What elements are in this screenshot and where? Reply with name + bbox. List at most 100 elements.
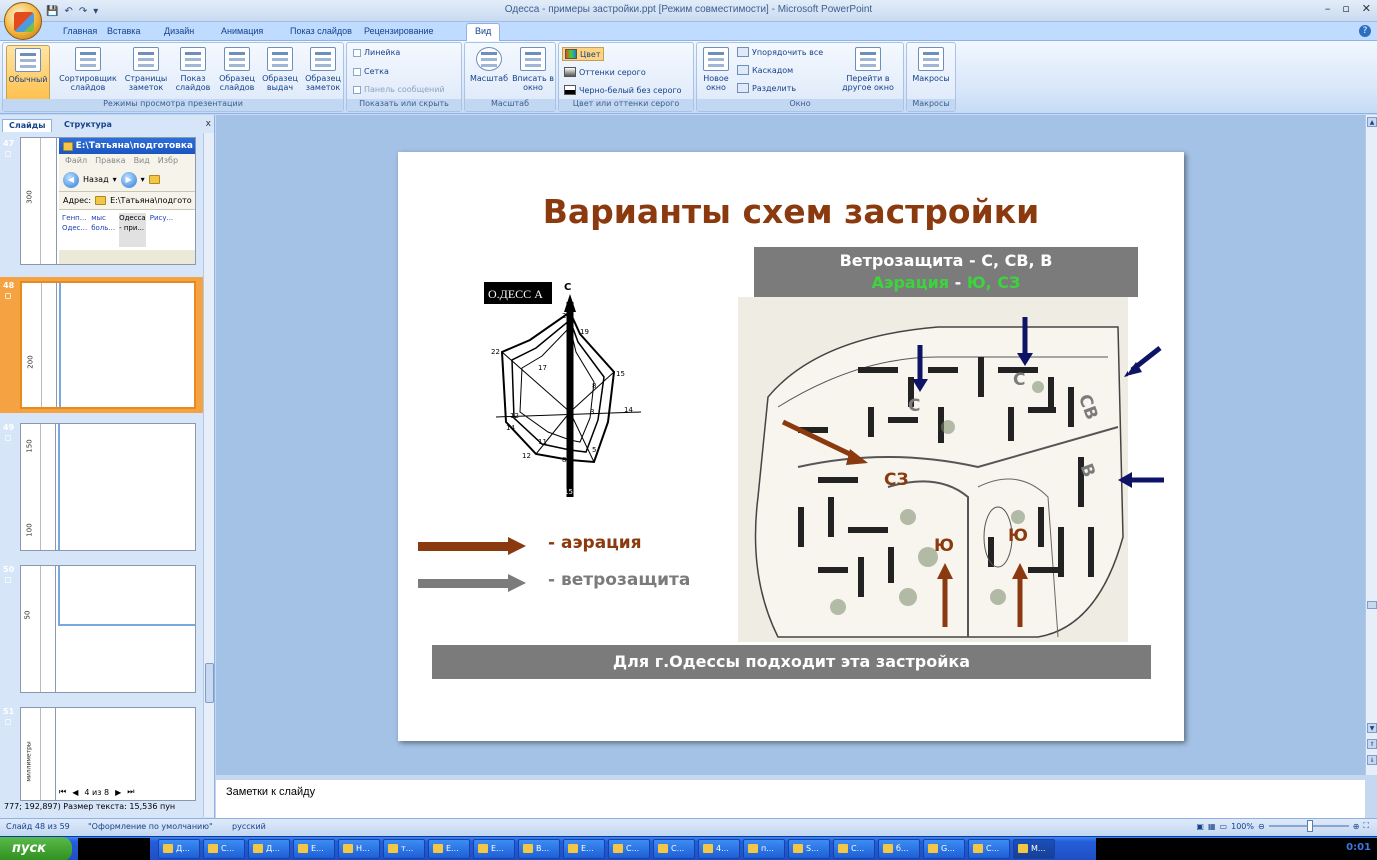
legend-wind-protection[interactable]: - ветрозащита (418, 570, 690, 592)
slideshow-status-icon[interactable]: ▭ (1220, 822, 1228, 831)
district-plan-image[interactable]: С С СВ В СЗ Ю Ю (738, 297, 1128, 642)
arrange-all-button[interactable]: Упорядочить все (737, 47, 823, 57)
windows-taskbar: пуск Д... С... Д... E... Н... т... E... E... В..… (0, 836, 1377, 860)
address-folder-icon (95, 196, 107, 205)
minimize-button[interactable]: – (1325, 2, 1331, 15)
new-window-button[interactable]: Новое окно (699, 45, 733, 101)
slide-sorter-button[interactable]: Сортировщик слайдов (55, 45, 121, 101)
slide-thumbnail-47[interactable]: 47 300 E:\Татьяна\подготовка Файл Правка В… (0, 135, 203, 271)
language-indicator[interactable]: русский (232, 822, 266, 831)
canvas-scrollbar[interactable]: ▲ ▼ ⇑ ⇓ (1365, 115, 1377, 775)
normal-view-status-icon[interactable]: ▣ (1196, 822, 1204, 831)
tab-slides[interactable]: Слайды (2, 119, 53, 132)
switch-window-button[interactable]: Перейти в другое окно (835, 45, 901, 101)
taskbar-button[interactable]: E... (293, 839, 335, 859)
slide-thumbnail-49[interactable]: 49 150 100 (0, 419, 203, 555)
taskbar-button[interactable]: С... (968, 839, 1010, 859)
next-slide-icon[interactable]: ⇓ (1367, 755, 1377, 765)
slide[interactable]: Варианты схем застройки Ветрозащита - С,… (398, 152, 1184, 741)
bottom-caption[interactable]: Для г.Одессы подходит эта застройка (432, 645, 1151, 679)
fit-slide-icon[interactable]: ⛶ (1363, 821, 1369, 831)
sorter-view-status-icon[interactable]: ▦ (1208, 822, 1216, 831)
prev-page-icon[interactable]: ◀ (72, 788, 78, 797)
macros-button[interactable]: Макросы (909, 45, 953, 101)
last-page-icon[interactable]: ⏭ (127, 787, 134, 797)
split-button[interactable]: Разделить (737, 83, 796, 93)
taskbar-button[interactable]: E... (473, 839, 515, 859)
taskbar-button[interactable]: E... (563, 839, 605, 859)
taskbar-button[interactable]: б... (878, 839, 920, 859)
handout-master-button[interactable]: Образец выдач (258, 45, 302, 101)
taskbar-button[interactable]: С... (203, 839, 245, 859)
office-button[interactable] (4, 2, 42, 40)
taskbar-button[interactable]: 4... (698, 839, 740, 859)
notes-master-button[interactable]: Образец заметок (301, 45, 345, 101)
slide-thumbnail-50[interactable]: 50 50 (0, 561, 203, 697)
message-bar-check-icon (353, 85, 361, 94)
close-button[interactable]: ✕ (1362, 2, 1371, 15)
tab-animation[interactable]: Анимация (221, 26, 263, 36)
tab-slideshow[interactable]: Показ слайдов (290, 26, 352, 36)
taskbar-button[interactable]: т... (383, 839, 425, 859)
panel-close-icon[interactable]: x (206, 119, 211, 129)
next-page-icon[interactable]: ▶ (115, 788, 121, 797)
taskbar-button[interactable]: С... (833, 839, 875, 859)
slide-title[interactable]: Варианты схем застройки (398, 192, 1184, 231)
zoom-slider[interactable] (1268, 820, 1349, 832)
fit-to-window-button[interactable]: Вписать в окно (511, 45, 555, 101)
notes-pane[interactable]: Заметки к слайду (216, 776, 1365, 818)
wind-aeration-box[interactable]: Ветрозащита - С, СВ, В Аэрация - Ю, СЗ (754, 247, 1138, 297)
tab-design[interactable]: Дизайн (164, 26, 194, 36)
clock[interactable]: 0:01 (1346, 842, 1371, 853)
slide-master-button[interactable]: Образец слайдов (215, 45, 259, 101)
pure-bw-button[interactable]: Черно-белый без серого (564, 85, 682, 95)
restore-button[interactable]: ▫ (1342, 2, 1349, 15)
color-button[interactable]: Цвет (562, 47, 604, 61)
taskbar-button[interactable]: Н... (338, 839, 380, 859)
taskbar-button[interactable]: М... (1013, 839, 1055, 859)
scroll-thumb[interactable] (1367, 601, 1377, 609)
slide-thumbnail-51[interactable]: 51 миллиметры ⏮ ◀ 4 из 8 ▶ ⏭ (0, 703, 203, 801)
taskbar-button[interactable]: Д... (158, 839, 200, 859)
scroll-down-icon[interactable]: ▼ (1367, 723, 1377, 733)
taskbar-button[interactable]: Д... (248, 839, 290, 859)
legend-aeration[interactable]: - аэрация (418, 533, 642, 555)
tab-insert[interactable]: Вставка (107, 26, 140, 36)
taskbar-button[interactable]: G... (923, 839, 965, 859)
taskbar-button[interactable]: E... (428, 839, 470, 859)
zoom-in-icon[interactable]: ⊕ (1353, 822, 1360, 831)
prev-slide-icon[interactable]: ⇑ (1367, 739, 1377, 749)
wind-rose-diagram[interactable]: О.ДЕСС А С 22 19 22 17 15 8 12 3 14 14 1… (476, 272, 646, 502)
normal-view-button[interactable]: Обычный (6, 45, 50, 101)
taskbar-button[interactable]: С... (653, 839, 695, 859)
slide-thumbnail-48[interactable]: 48 200 (0, 277, 203, 413)
notes-placeholder: Заметки к слайду (226, 786, 316, 798)
theme-name[interactable]: "Оформление по умолчанию" (88, 822, 213, 831)
slide-counter: Слайд 48 из 59 (6, 822, 70, 831)
panel-scrollbar[interactable] (203, 133, 214, 817)
first-page-icon[interactable]: ⏮ (59, 787, 66, 797)
taskbar-button[interactable]: S... (788, 839, 830, 859)
slideshow-button[interactable]: Показ слайдов (171, 45, 215, 101)
zoom-out-icon[interactable]: ⊖ (1258, 822, 1265, 831)
panel-scroll-thumb[interactable] (205, 663, 214, 703)
zoom-button[interactable]: Масштаб (467, 45, 511, 101)
tab-home[interactable]: Главная (63, 26, 97, 36)
help-icon[interactable]: ? (1359, 25, 1371, 37)
tab-view[interactable]: Вид (466, 23, 501, 41)
taskbar-button[interactable]: п... (743, 839, 785, 859)
grayscale-button[interactable]: Оттенки серого (564, 67, 646, 77)
message-bar-checkbox[interactable]: Панель сообщений (353, 85, 445, 94)
ruler-checkbox[interactable]: Линейка (353, 48, 400, 57)
start-button[interactable]: пуск (0, 837, 72, 860)
svg-text:14: 14 (506, 424, 515, 432)
grid-checkbox[interactable]: Сетка (353, 67, 389, 76)
zoom-level[interactable]: 100% (1231, 822, 1254, 831)
scroll-up-icon[interactable]: ▲ (1367, 117, 1377, 127)
notes-page-button[interactable]: Страницы заметок (121, 45, 171, 101)
taskbar-button[interactable]: В... (518, 839, 560, 859)
taskbar-button[interactable]: С... (608, 839, 650, 859)
tab-outline[interactable]: Структура (58, 119, 118, 132)
cascade-button[interactable]: Каскадом (737, 65, 793, 75)
tab-review[interactable]: Рецензирование (364, 26, 434, 36)
